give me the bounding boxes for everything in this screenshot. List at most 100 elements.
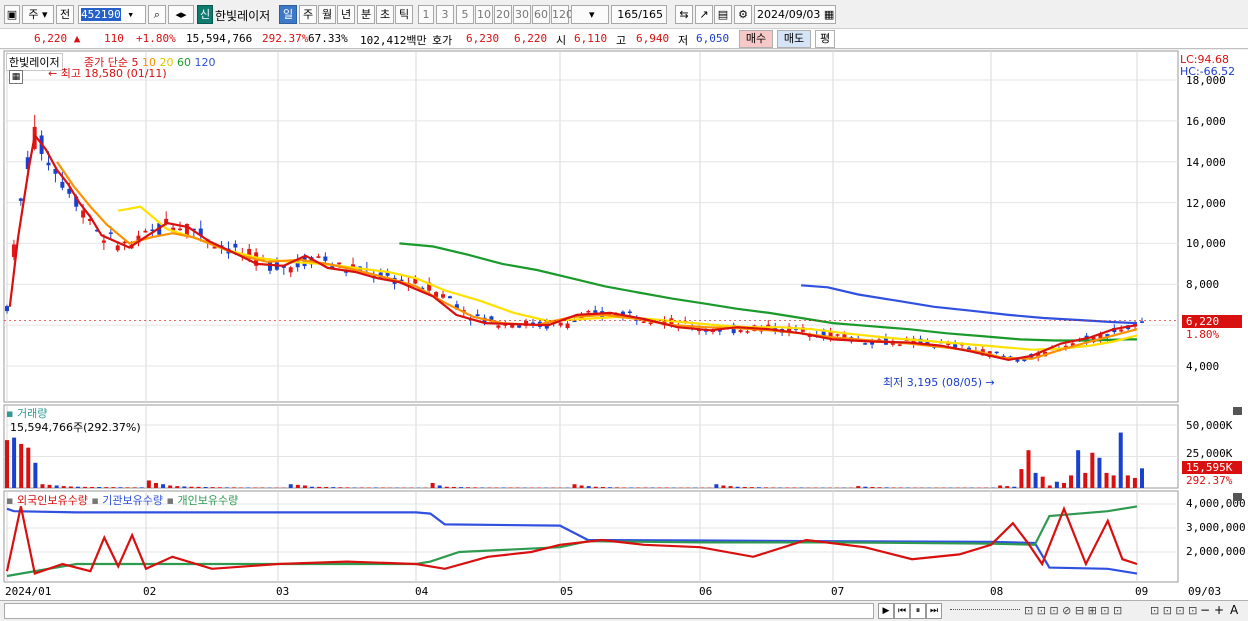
chart-svg[interactable] (0, 50, 1248, 600)
volume-bar (345, 487, 350, 488)
candle-body (288, 267, 293, 273)
quote-ask: 6,230 (466, 32, 500, 45)
quote-low: 6,050 (696, 32, 730, 45)
period-week[interactable]: 주 (299, 5, 317, 24)
zoom-in-icon[interactable]: + (1214, 603, 1224, 617)
speaker-icon[interactable]: ◂▸ (168, 5, 194, 24)
candle-body (994, 351, 999, 354)
current-pct: 1.80% (1186, 328, 1220, 341)
holding-close-icon[interactable] (1233, 493, 1242, 501)
volume-bar (593, 486, 598, 488)
scroll-right-icon[interactable]: ▶ (878, 603, 894, 619)
volume-bar (61, 486, 66, 488)
candle-body (233, 243, 238, 248)
period-year[interactable]: 년 (337, 5, 355, 24)
draw-icon[interactable]: ↗ (695, 5, 713, 24)
candle-body (18, 198, 23, 201)
period-tick[interactable]: 틱 (395, 5, 413, 24)
candle-body (475, 314, 480, 317)
volume-bar (870, 486, 875, 488)
volume-bar (232, 487, 236, 488)
period-minute[interactable]: 분 (357, 5, 375, 24)
y-tick-14000: 14,000 (1186, 156, 1226, 169)
zoom-out-icon[interactable]: − (1200, 603, 1210, 617)
volume-bar (1132, 477, 1137, 488)
period-select[interactable]: 주 ▾ (22, 5, 54, 24)
volume-bar (5, 440, 9, 488)
gear-icon[interactable]: ⚙ (734, 5, 752, 24)
volume-bar (1054, 481, 1059, 488)
tool-icons-2[interactable]: ⊡ ⊡ ⊡ ⊡ (1150, 604, 1197, 617)
volume-bar (132, 487, 137, 488)
sell-button[interactable]: 매도 (777, 30, 811, 48)
calendar-icon[interactable]: ▦ (9, 70, 23, 84)
volume-info: 15,594,766주(292.37%) (10, 421, 141, 434)
candle-body (60, 181, 65, 188)
high-label: 고 (616, 34, 627, 47)
quote-bid: 6,220 (514, 32, 548, 45)
interval-20[interactable]: 20 (494, 5, 512, 24)
count-field[interactable]: 165/165 (611, 5, 667, 24)
x-label-02: 02 (143, 585, 157, 598)
save-icon[interactable]: ▤ (714, 5, 732, 24)
min-label: 최저 3,195 (08/05) (883, 376, 983, 389)
avg-button[interactable]: 평 (815, 30, 835, 48)
volume-close-icon[interactable] (1233, 407, 1242, 415)
volume-bar (863, 486, 868, 488)
volume-bar (444, 486, 449, 488)
scrollbar[interactable] (4, 603, 874, 619)
pause-icon[interactable]: ⏸ (910, 603, 926, 619)
volume-bar (310, 486, 315, 488)
volume-bar (487, 487, 492, 488)
candle-body (738, 330, 743, 333)
chart-area[interactable]: 한빛레이저 종가 단순 5 10 20 60 120 ▦ ← 최고 18,580… (0, 50, 1248, 600)
first-icon[interactable]: ⏮ (894, 603, 910, 619)
volume-bar (338, 487, 343, 488)
zoom-slider[interactable] (950, 609, 1020, 612)
interval-60[interactable]: 60 (532, 5, 550, 24)
x-label-03: 03 (276, 585, 290, 598)
window-icon[interactable]: ▣ (4, 5, 20, 24)
interval-1[interactable]: 1 (418, 5, 434, 24)
volume-bar (1104, 472, 1109, 488)
x-label-05: 05 (560, 585, 574, 598)
date-field[interactable]: 2024/09/03 ▦ (754, 5, 836, 24)
font-icon[interactable]: A (1230, 603, 1238, 617)
last-icon[interactable]: ⏭ (926, 603, 942, 619)
buy-button[interactable]: 매수 (739, 30, 773, 48)
volume-bar (118, 487, 123, 488)
quote-bar: 6,220 ▲ 110 +1.80% 15,594,766 292.37% 67… (0, 29, 1248, 49)
interval-10[interactable]: 10 (475, 5, 493, 24)
candle-body (627, 311, 632, 314)
candle-body (337, 262, 342, 265)
search-icon[interactable]: ⌕ (148, 5, 166, 24)
interval-custom-select[interactable]: ▾ (571, 5, 609, 24)
interval-5[interactable]: 5 (456, 5, 474, 24)
y-tick-4000: 4,000 (1186, 360, 1220, 373)
volume-bar (1118, 432, 1123, 488)
compare-icon[interactable]: ⇆ (675, 5, 693, 24)
period-day[interactable]: 일 (279, 5, 297, 24)
volume-bar (742, 486, 747, 488)
volume-bar (324, 486, 329, 488)
max-label: 최고 18,580 (01/11) (60, 67, 167, 80)
interval-120[interactable]: 120 (551, 5, 573, 24)
period-second[interactable]: 초 (376, 5, 394, 24)
volume-bar (643, 487, 648, 488)
prev-button[interactable]: 전 (56, 5, 74, 24)
candle-body (441, 294, 446, 298)
interval-3[interactable]: 3 (436, 5, 454, 24)
candle-body (1119, 329, 1124, 332)
volume-bar (54, 485, 59, 488)
interval-30[interactable]: 30 (513, 5, 531, 24)
volume-bar (111, 487, 116, 488)
code-input[interactable]: 452190 ▾ (78, 5, 146, 24)
tool-icons[interactable]: ⊡ ⊡ ⊡ ⊘ ⊟ ⊞ ⊡ ⊡ (1024, 604, 1122, 617)
period-month[interactable]: 월 (318, 5, 336, 24)
toolbar: ▣ 주 ▾ 전 452190 ▾ ⌕ ◂▸ 신 한빛레이저 일 주 월 년 분 … (0, 0, 1248, 29)
candle-body (558, 322, 563, 326)
min-annotation: 최저 3,195 (08/05) → (883, 376, 995, 389)
volume-bar (33, 462, 38, 488)
open-label: 시 (556, 34, 567, 47)
x-label-09: 09 (1135, 585, 1149, 598)
